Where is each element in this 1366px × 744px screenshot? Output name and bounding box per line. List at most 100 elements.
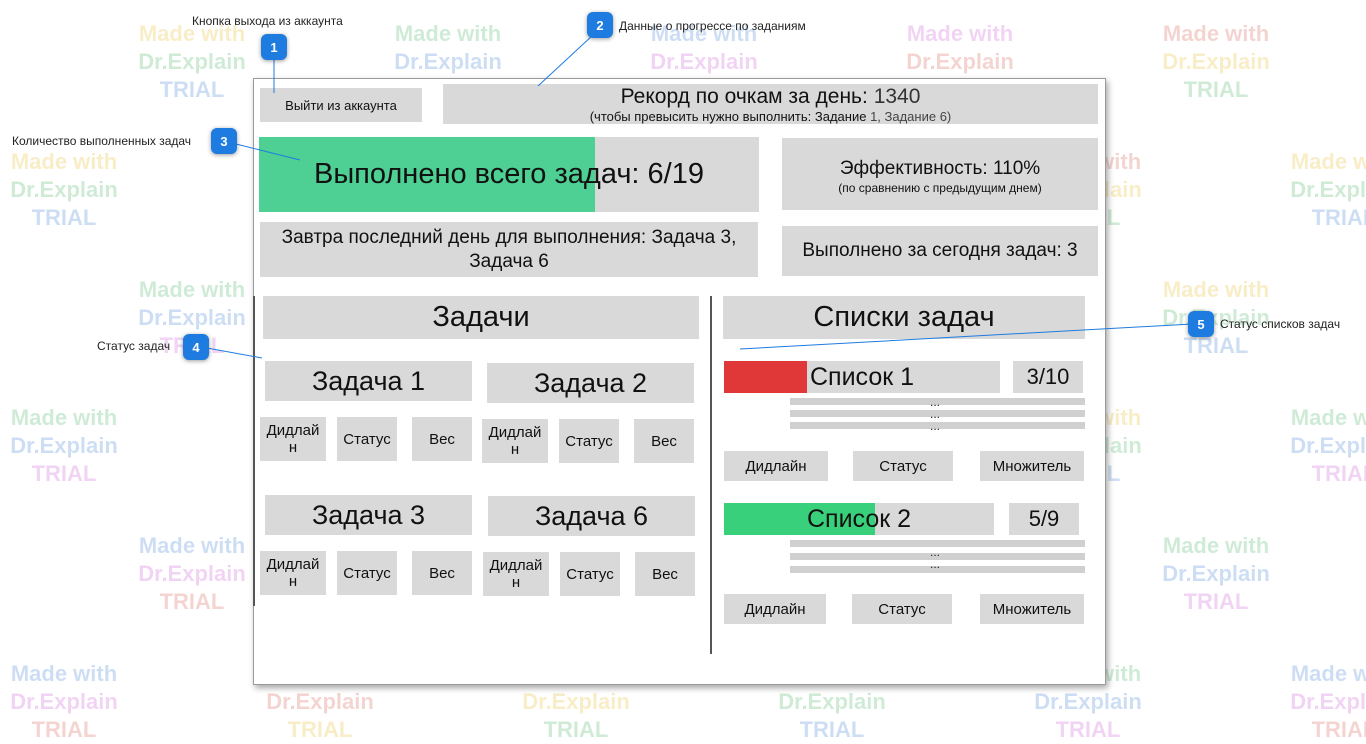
watermark: Made with Dr.Explain TRIAL	[1141, 20, 1291, 104]
watermark-text: Made with	[10, 661, 118, 686]
callout-1-label: Кнопка выхода из аккаунта	[192, 14, 343, 28]
watermark-text: TRIAL	[159, 589, 225, 614]
watermark: Made withDr.ExplainTRIAL	[117, 20, 267, 104]
callout-5-label: Статус списков задач	[1220, 317, 1341, 331]
list-deadline-button[interactable]: Дидлайн	[724, 451, 828, 481]
task-status-button[interactable]: Статус	[337, 551, 397, 595]
watermark-text: Dr.Explain	[778, 689, 886, 714]
record-hint: (чтобы превысить нужно выполнить: Задани…	[589, 109, 867, 124]
watermark-text: TRIAL	[31, 717, 97, 742]
callout-5-badge: 5	[1188, 311, 1214, 337]
task-weight-button[interactable]: Вес	[412, 417, 472, 461]
task-deadline-button[interactable]: Дидлайн	[260, 417, 326, 461]
watermark-text: Made with	[1162, 277, 1270, 302]
task-status-button[interactable]: Статус	[559, 419, 619, 463]
list-ellipsis: ...	[930, 419, 941, 433]
task-deadline-button[interactable]: Дидлайн	[482, 419, 548, 463]
watermark-text: Dr.Explain	[1290, 689, 1366, 714]
watermark-text: Dr.Explain	[1290, 177, 1366, 202]
watermark-text: Dr.Explain	[10, 177, 118, 202]
task-weight-button[interactable]: Вес	[412, 551, 472, 595]
list-title: Список 1	[809, 362, 915, 391]
watermark-text: Dr.Explain	[394, 49, 502, 74]
record-value: 1340	[873, 85, 921, 108]
task-status-button[interactable]: Статус	[560, 552, 620, 596]
callout-4-label: Статус задач	[97, 339, 171, 353]
watermark: Made with Dr.Explain TRIAL	[1269, 660, 1366, 744]
watermark-text: Dr.Explain	[1162, 49, 1270, 74]
efficiency-label: Эффективность: 110%	[839, 158, 1041, 179]
today-completed: Выполнено за сегодня задач: 3	[782, 226, 1098, 276]
callout-4-badge: 4	[183, 334, 209, 360]
list-progress-bar: Список 2	[724, 503, 994, 535]
watermark-text: Dr.Explain	[1162, 561, 1270, 586]
task-deadline-button[interactable]: Дидлайн	[260, 551, 326, 595]
task-weight-button[interactable]: Вес	[634, 419, 694, 463]
watermark: Made withDr.ExplainTRIAL	[1269, 148, 1366, 232]
efficiency-sub: (по сравнению с предыдущим днем)	[838, 181, 1042, 195]
watermark-text: Dr.Explain	[138, 49, 246, 74]
logout-button[interactable]: Выйти из аккаунта	[260, 88, 422, 122]
task-title: Задача 3	[265, 495, 472, 535]
watermark-text: Made with	[1162, 21, 1270, 46]
watermark-text: Made with	[906, 21, 1014, 46]
watermark-text: TRIAL	[31, 205, 97, 230]
callout-1-badge: 1	[261, 34, 287, 60]
watermark: Made withDr.ExplainTRIAL	[0, 404, 139, 488]
task-title: Задача 6	[488, 496, 695, 536]
watermark-text: Dr.Explain	[522, 689, 630, 714]
callout-3-label: Количество выполненных задач	[12, 134, 192, 148]
watermark-text: Made with	[10, 405, 118, 430]
watermark-text: TRIAL	[31, 461, 97, 486]
watermark-text: TRIAL	[1183, 589, 1249, 614]
task-title: Задача 2	[487, 363, 694, 403]
watermark-text: Made with	[10, 149, 118, 174]
task-deadline-button[interactable]: Дидлайн	[483, 552, 549, 596]
section-divider	[710, 296, 712, 654]
watermark: Made with Dr.Explain TRIAL	[1269, 404, 1366, 488]
callout-3-badge: 3	[211, 128, 237, 154]
list-count: 5/9	[1009, 503, 1079, 535]
watermark-text: TRIAL	[1183, 77, 1249, 102]
watermark-text: TRIAL	[1311, 205, 1366, 230]
total-progress-panel: Выполнено всего задач: 6/19	[259, 137, 759, 212]
watermark: Made with Dr.Explain TRIAL	[1141, 532, 1291, 616]
watermark-text: Dr.Explain	[138, 561, 246, 586]
task-status-button[interactable]: Статус	[337, 417, 397, 461]
tasks-title: Задачи	[263, 296, 699, 339]
watermark-text: Made with	[1162, 533, 1270, 558]
list-status-button[interactable]: Статус	[853, 451, 953, 481]
list-multiplier-button[interactable]: Множитель	[980, 451, 1084, 481]
record-panel: Рекорд по очкам за день: 1340 (чтобы пре…	[443, 84, 1098, 124]
watermark-text: Made with	[138, 533, 246, 558]
list-multiplier-button[interactable]: Множитель	[980, 594, 1084, 624]
watermark-text: TRIAL	[543, 717, 609, 742]
total-progress-label: Выполнено всего задач: 6/19	[314, 158, 704, 190]
watermark-text: Made with	[394, 21, 502, 46]
callout-2-badge: 2	[587, 12, 613, 38]
watermark-text: TRIAL	[799, 717, 865, 742]
list-title: Список 2	[806, 504, 912, 533]
watermark: Made with Dr.Explain TRIAL	[0, 148, 139, 232]
watermark-text: Made with	[1290, 405, 1366, 430]
list-status-button[interactable]: Статус	[852, 594, 952, 624]
watermark-text: Dr.Explain	[1290, 433, 1366, 458]
watermark-text: TRIAL	[1311, 461, 1366, 486]
list-count: 3/10	[1013, 361, 1083, 393]
list-deadline-button[interactable]: Дидлайн	[724, 594, 826, 624]
watermark-text: TRIAL	[1183, 333, 1249, 358]
deadline-notice: Завтра последний день для выполнения: За…	[260, 222, 758, 277]
watermark-text: Dr.Explain	[906, 49, 1014, 74]
watermark-text: Made with	[1290, 661, 1366, 686]
callout-2-label: Данные о прогрессе по заданиям	[619, 19, 806, 33]
watermark-text: Dr.Explain	[266, 689, 374, 714]
watermark-text: TRIAL	[1311, 717, 1366, 742]
watermark-text: TRIAL	[159, 77, 225, 102]
tasks-left-border	[253, 296, 255, 606]
task-weight-button[interactable]: Вес	[635, 552, 695, 596]
watermark-text: Dr.Explain	[650, 49, 758, 74]
list-ellipsis: ...	[930, 557, 941, 571]
lists-title: Списки задач	[723, 296, 1085, 339]
watermark-text: Dr.Explain	[138, 305, 246, 330]
watermark-text: Dr.Explain	[1034, 689, 1142, 714]
